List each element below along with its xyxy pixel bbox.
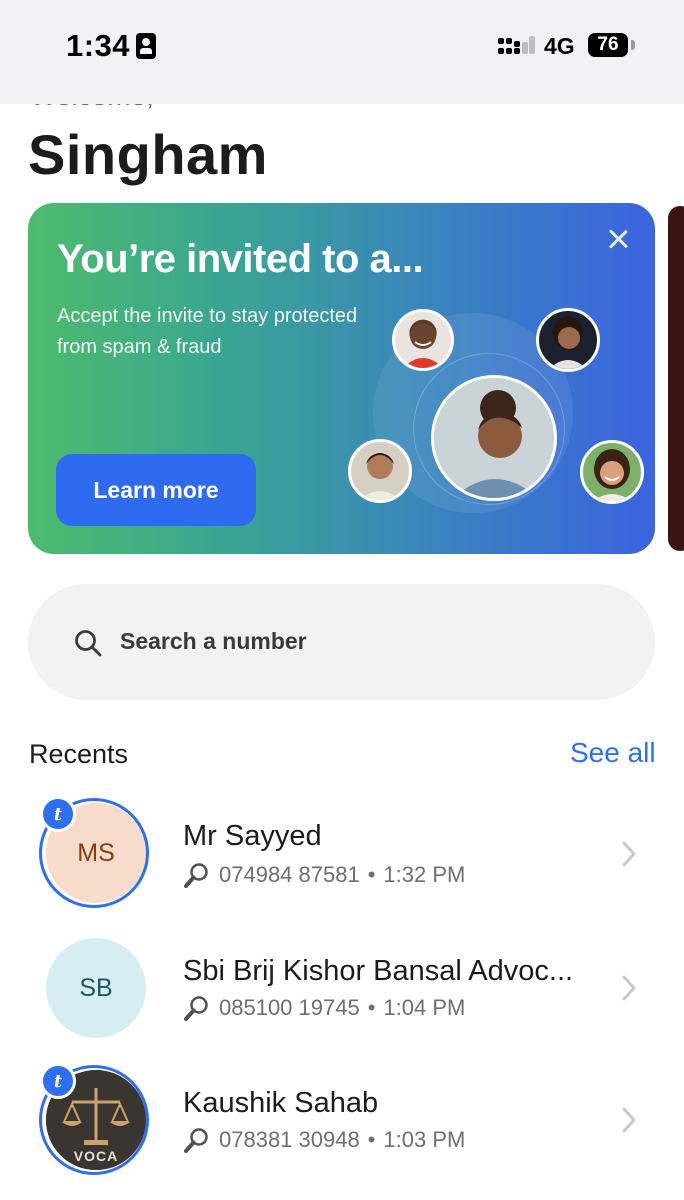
search-icon <box>75 630 102 657</box>
see-all-link[interactable]: See all <box>570 737 656 769</box>
banner-subtitle-line: from spam & fraud <box>57 336 222 358</box>
magnifier-icon <box>184 1128 208 1153</box>
call-time: 1:03 PM <box>383 1127 466 1152</box>
battery-tip <box>631 40 635 50</box>
person-photo <box>536 308 600 372</box>
search-placeholder: Search a number <box>120 628 307 654</box>
separator-dot: • <box>367 995 376 1020</box>
banner-subtitle: Accept the invite to stay protected from… <box>57 301 437 363</box>
network-label: 4G <box>544 33 575 59</box>
call-time: 1:32 PM <box>383 862 466 887</box>
id-card-icon <box>136 33 156 59</box>
contact-meta: 085100 19745 • 1:04 PM <box>183 994 465 1022</box>
next-banner-card[interactable] <box>668 206 684 551</box>
list-item[interactable]: MS t Mr Sayyed 074984 87581 • 1:32 PM <box>0 796 684 931</box>
person-photo <box>392 309 454 371</box>
person-photo <box>580 440 644 504</box>
contact-number: 074984 87581 <box>219 862 360 887</box>
search-input[interactable]: Search a number <box>28 584 655 700</box>
avatar: SB <box>46 938 146 1038</box>
contact-meta: 074984 87581 • 1:32 PM <box>183 861 465 889</box>
contact-meta: 078381 30948 • 1:03 PM <box>183 1126 465 1154</box>
recents-title: Recents <box>29 739 129 769</box>
signal-icon <box>498 34 536 58</box>
magnifier-icon <box>184 863 208 888</box>
close-icon[interactable] <box>606 227 630 251</box>
separator-dot: • <box>367 1127 376 1152</box>
battery-level: 76 <box>597 34 619 55</box>
magnifier-icon <box>184 996 208 1021</box>
avatar-initials: SB <box>79 974 113 1002</box>
contact-number: 085100 19745 <box>219 995 360 1020</box>
banner-subtitle-line: Accept the invite to stay protected <box>57 305 358 327</box>
page-title: Singham <box>28 123 268 186</box>
chevron-right-icon <box>622 841 636 867</box>
person-photo <box>431 375 557 501</box>
contact-number: 078381 30948 <box>219 1127 360 1152</box>
badge-t: t <box>40 1063 76 1099</box>
learn-more-button[interactable]: Learn more <box>56 454 256 526</box>
list-item[interactable]: VOCA t Kaushik Sahab 078381 30948 • 1:03… <box>0 1063 684 1198</box>
contact-name: Mr Sayyed <box>183 820 322 852</box>
list-item[interactable]: SB Sbi Brij Kishor Bansal Advoc... 08510… <box>0 938 684 1066</box>
chevron-right-icon <box>622 975 636 1001</box>
status-time: 1:34 <box>66 28 131 63</box>
badge-t: t <box>40 796 76 832</box>
call-time: 1:04 PM <box>383 995 466 1020</box>
status-bar: 1:34 4G 76 <box>0 0 684 104</box>
contact-name: Sbi Brij Kishor Bansal Advoc... <box>183 955 574 987</box>
banner-title: You’re invited to a... <box>57 237 424 281</box>
invite-banner[interactable]: You’re invited to a... Accept the invite… <box>28 203 655 554</box>
battery-icon: 76 <box>588 33 628 57</box>
chevron-right-icon <box>622 1107 636 1133</box>
separator-dot: • <box>367 862 376 887</box>
person-photo <box>348 439 412 503</box>
contact-name: Kaushik Sahab <box>183 1087 379 1119</box>
